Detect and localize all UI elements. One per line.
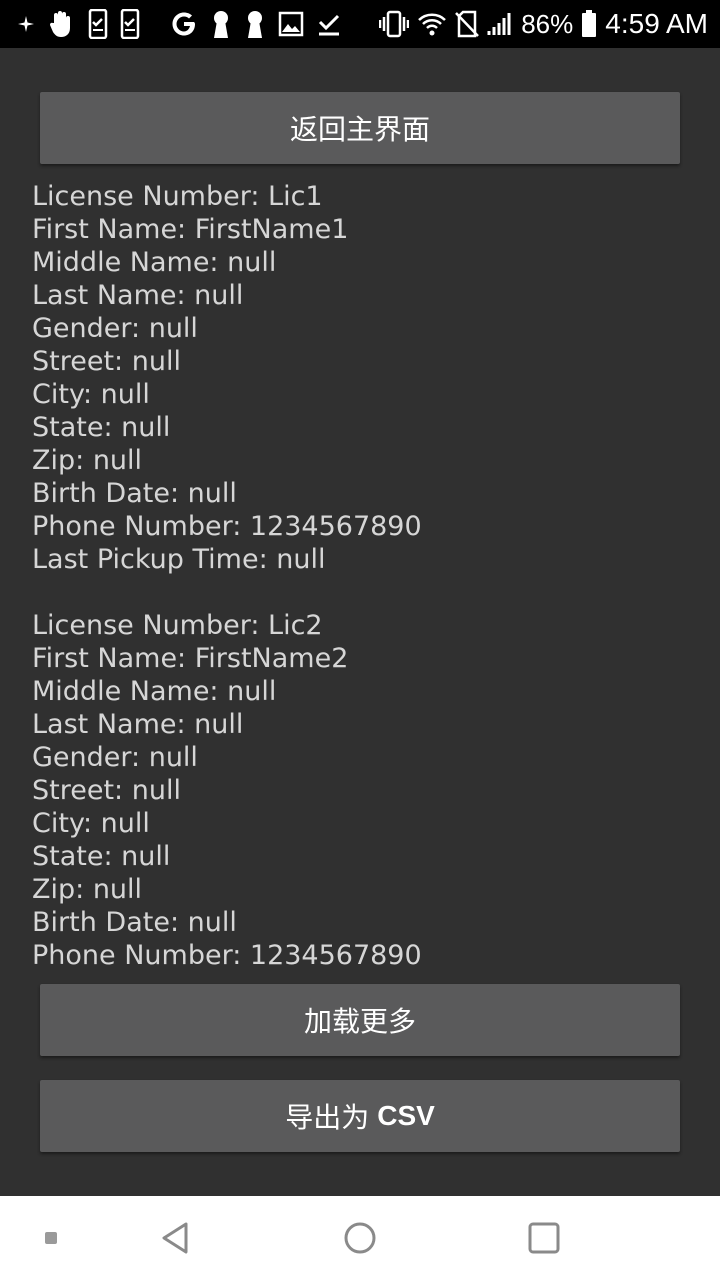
keyhole-icon [210,9,232,39]
record-field: License Number: Lic1 [32,181,323,212]
record-field: First Name: FirstName2 [32,643,349,674]
record-block: License Number: Lic2 First Name: FirstNam… [32,609,692,972]
no-sim-icon [455,10,480,38]
signal-icon [487,11,513,37]
record-field: First Name: FirstName1 [32,214,349,245]
record-field: Gender: null [32,313,198,344]
load-more-label: 加载更多 [303,1005,416,1038]
record-field: Zip: null [32,445,143,476]
back-triangle-icon[interactable] [150,1196,200,1280]
vibrate-icon [379,10,410,38]
status-bar-right: 86% 4:59 AM [379,8,708,40]
record-field: Last Pickup Time: null [32,544,326,575]
record-field: Last Name: null [32,280,244,311]
status-bar-left [16,9,354,39]
record-field: Middle Name: null [32,247,277,278]
back-to-main-button[interactable]: 返回主界面 [40,92,680,164]
status-bar: 86% 4:59 AM [0,0,720,48]
record-field: License Number: Lic2 [32,610,323,641]
record-list: License Number: Lic1 First Name: FirstNam… [32,180,692,972]
wifi-icon [417,11,447,37]
clock: 4:59 AM [605,8,708,39]
record-block: License Number: Lic1 First Name: FirstNam… [32,180,692,576]
record-field: City: null [32,808,150,839]
image-icon [278,11,304,37]
record-field: Birth Date: null [32,907,237,938]
download-done-icon [316,11,342,37]
recents-square-icon[interactable] [519,1196,569,1280]
navigation-bar [0,1196,720,1280]
export-label-prefix: 导出为 [285,1101,370,1134]
export-label-format: CSV [377,1100,435,1131]
back-to-main-label: 返回主界面 [289,113,430,146]
google-icon [170,10,198,38]
battery-icon [581,10,597,38]
record-field: Phone Number: 1234567890 [32,511,422,542]
record-field: State: null [32,841,171,872]
record-field: Middle Name: null [32,676,277,707]
record-field: State: null [32,412,171,443]
phone-check-icon [120,9,140,39]
home-circle-icon[interactable] [335,1196,385,1280]
record-field: Street: null [32,346,181,377]
keyhole-icon [244,9,266,39]
record-field: Birth Date: null [32,478,237,509]
record-field: Zip: null [32,874,143,905]
record-separator [32,576,692,609]
record-field: Phone Number: 1234567890 [32,940,422,971]
export-csv-button[interactable]: 导出为 CSV [40,1080,680,1152]
record-field: Last Name: null [32,709,244,740]
record-field: Gender: null [32,742,198,773]
record-field: City: null [32,379,150,410]
hand-icon [48,9,76,39]
battery-percent: 86% [521,8,574,39]
dot-icon[interactable] [36,1196,66,1280]
sparkle-icon [16,14,36,34]
phone-check-icon [88,9,108,39]
record-field: Street: null [32,775,181,806]
load-more-button[interactable]: 加载更多 [40,984,680,1056]
